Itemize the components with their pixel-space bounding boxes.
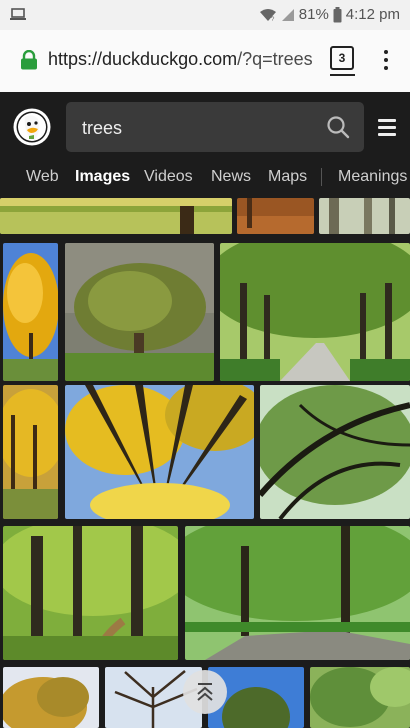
url-field[interactable]: https://duckduckgo.com/?q=trees — [48, 49, 316, 70]
laptop-icon — [10, 8, 26, 20]
image-result[interactable] — [310, 667, 410, 728]
scroll-to-top-button[interactable] — [183, 670, 227, 714]
nav-separator — [321, 168, 322, 186]
scroll-to-top-icon — [197, 683, 213, 701]
tabs-underline — [330, 74, 355, 76]
tab-news[interactable]: News — [211, 168, 251, 186]
url-host: https://duckduckgo.com — [48, 49, 238, 69]
url-path: /?q=trees — [237, 49, 313, 69]
image-result[interactable] — [319, 198, 410, 234]
ddg-header: Web Images Videos News Maps Meanings — [0, 92, 410, 198]
tab-images[interactable]: Images — [75, 168, 130, 186]
search-icon[interactable] — [326, 115, 350, 139]
nav-tabs: Web Images Videos News Maps Meanings — [0, 160, 410, 196]
duck-logo-icon[interactable] — [13, 108, 51, 146]
image-result[interactable] — [3, 526, 178, 660]
browser-url-bar: https://duckduckgo.com/?q=trees 3 — [0, 30, 410, 93]
hamburger-menu-icon[interactable] — [378, 119, 396, 136]
image-result[interactable] — [3, 243, 58, 381]
svg-text:?: ? — [271, 17, 275, 22]
image-result[interactable] — [3, 667, 99, 728]
image-result[interactable] — [185, 526, 410, 660]
tab-web[interactable]: Web — [26, 168, 59, 186]
battery-percent: 81% — [298, 6, 329, 23]
search-box — [66, 102, 364, 152]
image-result[interactable] — [220, 243, 410, 381]
image-results-grid — [0, 198, 410, 728]
clock: 4:12 pm — [345, 6, 400, 23]
lock-icon[interactable] — [20, 50, 38, 70]
image-result[interactable] — [65, 385, 254, 519]
image-result[interactable] — [260, 385, 410, 519]
image-result[interactable] — [65, 243, 214, 381]
kebab-menu-icon[interactable] — [378, 48, 394, 74]
tab-videos[interactable]: Videos — [144, 168, 193, 186]
image-result[interactable] — [3, 385, 58, 519]
tab-meanings[interactable]: Meanings — [338, 168, 407, 186]
signal-icon — [281, 8, 294, 21]
status-bar: ? 81% 4:12 pm — [0, 0, 410, 30]
battery-icon — [333, 6, 342, 22]
image-result[interactable] — [0, 198, 232, 234]
search-input[interactable] — [80, 114, 314, 142]
image-result[interactable] — [237, 198, 314, 234]
tabs-icon[interactable]: 3 — [330, 46, 354, 70]
tab-maps[interactable]: Maps — [268, 168, 307, 186]
wifi-icon: ? — [259, 8, 276, 22]
